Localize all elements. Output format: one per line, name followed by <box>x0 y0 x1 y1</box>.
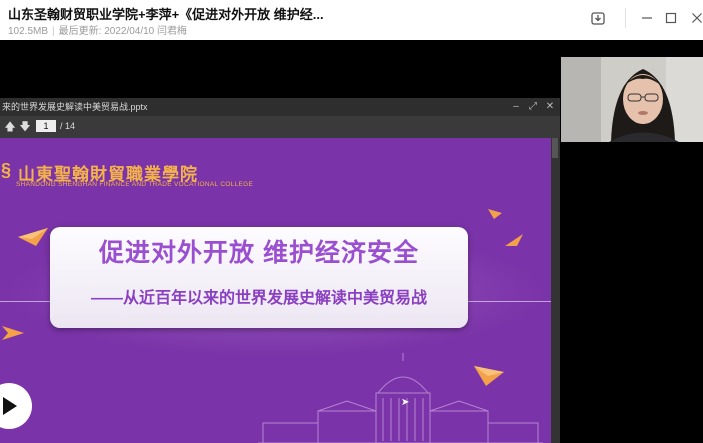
slide-main-title: 促进对外开放 维护经济安全 <box>99 239 419 267</box>
download-icon <box>591 12 605 25</box>
last-updated: 最后更新: 2022/04/10 闫君梅 <box>58 26 188 37</box>
maximize-button[interactable] <box>658 6 684 30</box>
toolbar-divider <box>625 8 626 28</box>
college-logo-icon: § <box>1 160 12 180</box>
scrollbar-thumb[interactable] <box>552 138 558 158</box>
presenter-video-feed <box>561 57 703 142</box>
mouse-pointer-icon: ➤ <box>401 397 410 408</box>
paper-plane-icon <box>505 234 523 246</box>
close-icon <box>692 13 702 23</box>
college-logo-en: SHANDONG SHENGHAN FINANCE AND TRADE VOCA… <box>16 181 254 188</box>
minimize-icon <box>642 17 652 19</box>
paper-plane-icon <box>2 326 24 340</box>
page-total: / 14 <box>60 121 76 131</box>
minimize-button[interactable] <box>634 6 660 30</box>
meta-separator: | <box>52 26 55 37</box>
prev-page-icon[interactable]: 🡅 <box>4 120 16 134</box>
play-button[interactable] <box>0 383 32 429</box>
maximize-icon <box>665 12 677 24</box>
file-size: 102.5MB <box>8 26 49 37</box>
viewer-scrollbar[interactable] <box>551 138 560 443</box>
play-icon <box>3 397 17 415</box>
slide-canvas: § 山東聖翰財貿職業學院 SHANDONG SHENGHAN FINANCE A… <box>0 138 551 443</box>
viewer-restore-icon[interactable]: ⤢ <box>527 101 539 113</box>
viewer-title-bar: 来的世界发展史解读中美贸易战.pptx – ⤢ ✕ <box>0 98 560 116</box>
paper-plane-icon <box>488 209 502 219</box>
paper-plane-icon <box>18 228 48 246</box>
next-page-icon[interactable]: 🡇 <box>19 120 31 134</box>
presenter-webcam <box>561 57 703 142</box>
slide-sub-title: ——从近百年以来的世界发展史解读中美贸易战 <box>90 290 427 307</box>
page-number-input[interactable]: 1 <box>36 120 56 132</box>
close-button[interactable] <box>684 6 703 30</box>
video-title: 山东圣翰财贸职业学院+李萍+《促进对外开放 维护经... <box>8 7 324 22</box>
viewer-minimize-icon[interactable]: – <box>510 101 522 113</box>
download-button[interactable] <box>585 6 611 30</box>
title-bar: 山东圣翰财贸职业学院+李萍+《促进对外开放 维护经... 102.5MB | 最后更… <box>0 0 703 40</box>
title-card: 促进对外开放 维护经济安全 ——从近百年以来的世界发展史解读中美贸易战 <box>50 227 468 328</box>
video-meta: 102.5MB | 最后更新: 2022/04/10 闫君梅 <box>8 22 187 37</box>
viewer-toolbar: 🡅 🡇 1 / 14 <box>0 116 560 138</box>
viewer-close-icon[interactable]: ✕ <box>544 101 556 113</box>
viewer-file-name: 来的世界发展史解读中美贸易战.pptx <box>2 102 148 112</box>
